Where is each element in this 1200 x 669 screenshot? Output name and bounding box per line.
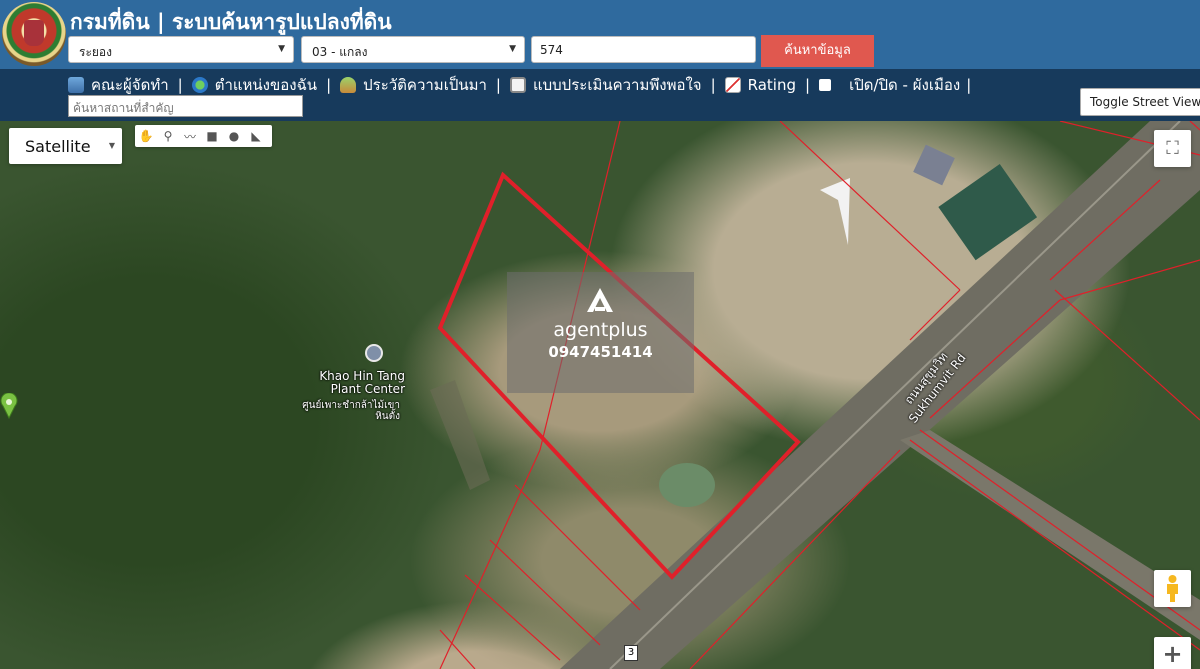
watermark-name: agentplus (553, 319, 648, 341)
chevron-down-icon: ▼ (108, 141, 115, 150)
rectangle-icon[interactable]: ■ (201, 125, 223, 147)
province-select-value: ระยอง (79, 45, 112, 59)
chart-icon (724, 77, 741, 93)
note-icon (509, 77, 526, 93)
drawing-toolbar: ✋ ⚲ 〰 ■ ● ◣ (135, 125, 272, 147)
chevron-down-icon: ▼ (509, 44, 516, 54)
agent-watermark: agentplus 0947451414 (507, 272, 694, 393)
header-bar: กรมที่ดิน | ระบบค้นหารูปแปลงที่ดิน ระยอง… (0, 0, 1200, 69)
nav-item-label: ตำแหน่งของฉัน (214, 76, 318, 94)
highway-road (560, 121, 1200, 669)
marker-icon[interactable]: ⚲ (157, 125, 179, 147)
hand-icon[interactable]: ✋ (135, 125, 157, 147)
circle-icon[interactable]: ● (223, 125, 245, 147)
app-root: กรมที่ดิน | ระบบค้นหารูปแปลงที่ดิน ระยอง… (0, 0, 1200, 669)
nav-menu: คณะผู้จัดทำ | ตำแหน่งของฉัน | ประวัติควา… (68, 73, 980, 97)
route-shield-icon: 3 (624, 645, 638, 661)
nav-item-team[interactable]: คณะผู้จัดทำ (68, 73, 169, 97)
nav-separator: | (495, 76, 501, 94)
polygon-icon[interactable]: ◣ (245, 125, 267, 147)
district-select-value: 03 - แกลง (312, 45, 368, 59)
watermark-phone: 0947451414 (548, 343, 653, 361)
white-roof (820, 178, 850, 245)
page-title: กรมที่ดิน | ระบบค้นหารูปแปลงที่ดิน (70, 10, 392, 34)
district-select[interactable]: 03 - แกลง ▼ (301, 36, 525, 63)
poi-label[interactable]: Khao Hin Tang Plant Center (300, 370, 405, 396)
building (913, 144, 955, 186)
location-pin-icon[interactable] (0, 393, 18, 419)
nav-item-rating[interactable]: Rating (724, 76, 797, 94)
sprout-icon (340, 77, 357, 93)
nav-separator: | (177, 76, 183, 94)
nav-item-my-location[interactable]: ตำแหน่งของฉัน (191, 73, 318, 97)
fullscreen-button[interactable]: ⛶ (1154, 130, 1191, 167)
nav-separator: | (326, 76, 332, 94)
toggle-street-view-button[interactable]: Toggle Street View (1080, 88, 1200, 116)
province-select[interactable]: ระยอง ▼ (68, 36, 294, 63)
poi-label-th[interactable]: ศูนย์เพาะชำกล้าไม้เขาหินตั้ง (300, 400, 400, 422)
search-button[interactable]: ค้นหาข้อมูล (761, 35, 874, 67)
nav-separator: | (710, 76, 716, 94)
department-logo (2, 2, 66, 66)
nav-bar: คณะผู้จัดทำ | ตำแหน่งของฉัน | ประวัติควา… (0, 69, 1200, 121)
nav-item-label: Rating (747, 76, 797, 94)
zoom-in-button[interactable]: + (1154, 637, 1191, 669)
nav-separator: | (966, 76, 972, 94)
nav-item-history[interactable]: ประวัติความเป็นมา (340, 73, 487, 97)
pegman-icon (1167, 575, 1178, 602)
map-type-select[interactable]: Satellite ▼ (9, 128, 122, 164)
nav-separator: | (805, 76, 811, 94)
nav-item-label: แบบประเมินความพึงพอใจ (532, 76, 702, 94)
city-plan-checkbox[interactable] (819, 79, 832, 91)
pegman-button[interactable] (1154, 570, 1191, 607)
nav-item-city-plan-toggle[interactable]: เปิด/ปิด - ผังเมือง (819, 73, 960, 97)
place-search-input[interactable]: ค้นหาสถานที่สำคัญ (68, 95, 303, 117)
globe-icon (191, 77, 208, 93)
satellite-map[interactable]: Khao Hin Tang Plant Center ศูนย์เพาะชำกล… (0, 121, 1200, 669)
map-overlay (430, 121, 1200, 669)
people-icon (68, 77, 84, 93)
parcel-number-input[interactable]: 574 (531, 36, 756, 63)
nav-item-survey[interactable]: แบบประเมินความพึงพอใจ (509, 73, 702, 97)
nav-item-label: ประวัติความเป็นมา (363, 76, 487, 94)
side-road (900, 430, 1200, 640)
nav-item-label: คณะผู้จัดทำ (91, 76, 169, 94)
museum-icon[interactable] (365, 344, 383, 362)
agentplus-logo-icon (587, 288, 613, 312)
chevron-down-icon: ▼ (278, 44, 285, 54)
polyline-icon[interactable]: 〰 (179, 125, 201, 147)
nav-item-label: เปิด/ปิด - ผังเมือง (849, 76, 961, 94)
pond (659, 463, 715, 507)
map-type-label: Satellite (25, 137, 91, 156)
